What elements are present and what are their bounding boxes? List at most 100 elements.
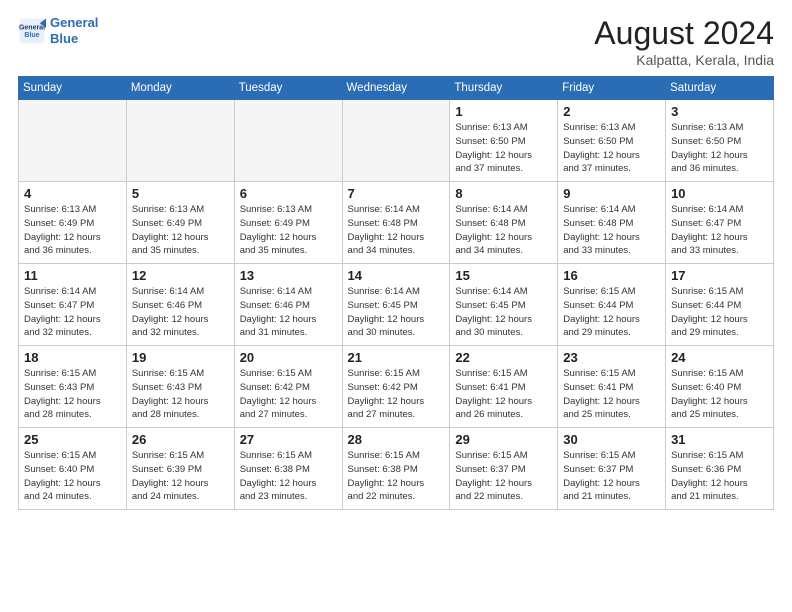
day-cell: 10 Sunrise: 6:14 AM Sunset: 6:47 PM Dayli… [666, 182, 774, 264]
day-info: Sunrise: 6:13 AM Sunset: 6:50 PM Dayligh… [671, 121, 768, 176]
week-row-1: 1 Sunrise: 6:13 AM Sunset: 6:50 PM Daylig… [19, 100, 774, 182]
weekday-monday: Monday [126, 77, 234, 100]
day-info: Sunrise: 6:15 AM Sunset: 6:38 PM Dayligh… [348, 449, 445, 504]
day-cell: 5 Sunrise: 6:13 AM Sunset: 6:49 PM Daylig… [126, 182, 234, 264]
week-row-3: 11Sunrise: 6:14 AM Sunset: 6:47 PM Dayli… [19, 264, 774, 346]
day-number: 18 [24, 350, 121, 365]
day-info: Sunrise: 6:14 AM Sunset: 6:47 PM Dayligh… [671, 203, 768, 258]
day-number: 4 [24, 186, 121, 201]
day-info: Sunrise: 6:15 AM Sunset: 6:41 PM Dayligh… [455, 367, 552, 422]
day-cell: 22 Sunrise: 6:15 AM Sunset: 6:41 PM Dayli… [450, 346, 558, 428]
day-number: 11 [24, 268, 121, 283]
day-info: Sunrise: 6:15 AM Sunset: 6:40 PM Dayligh… [24, 449, 121, 504]
day-cell: 24 Sunrise: 6:15 AM Sunset: 6:40 PM Dayli… [666, 346, 774, 428]
day-cell: 9 Sunrise: 6:14 AM Sunset: 6:48 PM Daylig… [558, 182, 666, 264]
day-number: 16 [563, 268, 660, 283]
day-cell [234, 100, 342, 182]
weekday-thursday: Thursday [450, 77, 558, 100]
day-number: 25 [24, 432, 121, 447]
weekday-sunday: Sunday [19, 77, 127, 100]
day-info: Sunrise: 6:14 AM Sunset: 6:48 PM Dayligh… [455, 203, 552, 258]
day-cell: 12Sunrise: 6:14 AM Sunset: 6:46 PM Dayli… [126, 264, 234, 346]
day-number: 13 [240, 268, 337, 283]
day-info: Sunrise: 6:15 AM Sunset: 6:42 PM Dayligh… [240, 367, 337, 422]
day-cell: 7Sunrise: 6:14 AM Sunset: 6:48 PM Daylig… [342, 182, 450, 264]
day-info: Sunrise: 6:14 AM Sunset: 6:46 PM Dayligh… [240, 285, 337, 340]
day-info: Sunrise: 6:15 AM Sunset: 6:44 PM Dayligh… [563, 285, 660, 340]
day-info: Sunrise: 6:13 AM Sunset: 6:50 PM Dayligh… [455, 121, 552, 176]
day-cell: 25 Sunrise: 6:15 AM Sunset: 6:40 PM Dayli… [19, 428, 127, 510]
day-info: Sunrise: 6:15 AM Sunset: 6:39 PM Dayligh… [132, 449, 229, 504]
day-cell: 14 Sunrise: 6:14 AM Sunset: 6:45 PM Dayli… [342, 264, 450, 346]
day-number: 22 [455, 350, 552, 365]
logo-icon: General Blue [18, 17, 46, 45]
day-info: Sunrise: 6:15 AM Sunset: 6:40 PM Dayligh… [671, 367, 768, 422]
day-number: 14 [348, 268, 445, 283]
day-cell: 28 Sunrise: 6:15 AM Sunset: 6:38 PM Dayli… [342, 428, 450, 510]
day-cell: 3Sunrise: 6:13 AM Sunset: 6:50 PM Daylig… [666, 100, 774, 182]
title-area: August 2024 Kalpatta, Kerala, India [594, 15, 774, 68]
day-cell: 13 Sunrise: 6:14 AM Sunset: 6:46 PM Dayli… [234, 264, 342, 346]
weekday-header-row: SundayMondayTuesdayWednesdayThursdayFrid… [19, 77, 774, 100]
day-number: 5 [132, 186, 229, 201]
day-info: Sunrise: 6:14 AM Sunset: 6:45 PM Dayligh… [455, 285, 552, 340]
day-cell: 1 Sunrise: 6:13 AM Sunset: 6:50 PM Daylig… [450, 100, 558, 182]
day-number: 8 [455, 186, 552, 201]
day-cell: 29Sunrise: 6:15 AM Sunset: 6:37 PM Dayli… [450, 428, 558, 510]
day-cell: 21 Sunrise: 6:15 AM Sunset: 6:42 PM Dayli… [342, 346, 450, 428]
day-number: 28 [348, 432, 445, 447]
day-cell: 27Sunrise: 6:15 AM Sunset: 6:38 PM Dayli… [234, 428, 342, 510]
day-info: Sunrise: 6:14 AM Sunset: 6:48 PM Dayligh… [348, 203, 445, 258]
day-cell: 23 Sunrise: 6:15 AM Sunset: 6:41 PM Dayli… [558, 346, 666, 428]
day-cell: 17 Sunrise: 6:15 AM Sunset: 6:44 PM Dayli… [666, 264, 774, 346]
day-info: Sunrise: 6:15 AM Sunset: 6:37 PM Dayligh… [563, 449, 660, 504]
logo-text: General Blue [50, 15, 98, 46]
day-cell: 15Sunrise: 6:14 AM Sunset: 6:45 PM Dayli… [450, 264, 558, 346]
day-number: 30 [563, 432, 660, 447]
day-cell: 18 Sunrise: 6:15 AM Sunset: 6:43 PM Dayli… [19, 346, 127, 428]
week-row-4: 18 Sunrise: 6:15 AM Sunset: 6:43 PM Dayli… [19, 346, 774, 428]
day-cell: 31 Sunrise: 6:15 AM Sunset: 6:36 PM Dayli… [666, 428, 774, 510]
day-info: Sunrise: 6:15 AM Sunset: 6:41 PM Dayligh… [563, 367, 660, 422]
day-number: 31 [671, 432, 768, 447]
day-info: Sunrise: 6:15 AM Sunset: 6:44 PM Dayligh… [671, 285, 768, 340]
day-info: Sunrise: 6:15 AM Sunset: 6:38 PM Dayligh… [240, 449, 337, 504]
day-number: 21 [348, 350, 445, 365]
svg-text:Blue: Blue [24, 32, 39, 39]
logo: General Blue General Blue [18, 15, 98, 46]
day-number: 24 [671, 350, 768, 365]
day-number: 19 [132, 350, 229, 365]
day-cell: 4 Sunrise: 6:13 AM Sunset: 6:49 PM Daylig… [19, 182, 127, 264]
day-info: Sunrise: 6:13 AM Sunset: 6:49 PM Dayligh… [24, 203, 121, 258]
logo-general: General [50, 15, 98, 30]
day-cell: 30 Sunrise: 6:15 AM Sunset: 6:37 PM Dayli… [558, 428, 666, 510]
week-row-2: 4 Sunrise: 6:13 AM Sunset: 6:49 PM Daylig… [19, 182, 774, 264]
weekday-tuesday: Tuesday [234, 77, 342, 100]
day-info: Sunrise: 6:14 AM Sunset: 6:45 PM Dayligh… [348, 285, 445, 340]
day-cell: 16 Sunrise: 6:15 AM Sunset: 6:44 PM Dayli… [558, 264, 666, 346]
day-cell: 8 Sunrise: 6:14 AM Sunset: 6:48 PM Daylig… [450, 182, 558, 264]
day-cell: 19 Sunrise: 6:15 AM Sunset: 6:43 PM Dayli… [126, 346, 234, 428]
day-info: Sunrise: 6:15 AM Sunset: 6:42 PM Dayligh… [348, 367, 445, 422]
day-cell: 6Sunrise: 6:13 AM Sunset: 6:49 PM Daylig… [234, 182, 342, 264]
day-info: Sunrise: 6:15 AM Sunset: 6:43 PM Dayligh… [132, 367, 229, 422]
calendar: SundayMondayTuesdayWednesdayThursdayFrid… [18, 76, 774, 510]
day-info: Sunrise: 6:13 AM Sunset: 6:49 PM Dayligh… [132, 203, 229, 258]
day-cell [126, 100, 234, 182]
day-number: 1 [455, 104, 552, 119]
day-cell [19, 100, 127, 182]
day-info: Sunrise: 6:15 AM Sunset: 6:43 PM Dayligh… [24, 367, 121, 422]
day-cell: 20Sunrise: 6:15 AM Sunset: 6:42 PM Dayli… [234, 346, 342, 428]
day-info: Sunrise: 6:15 AM Sunset: 6:37 PM Dayligh… [455, 449, 552, 504]
day-info: Sunrise: 6:15 AM Sunset: 6:36 PM Dayligh… [671, 449, 768, 504]
day-cell: 11Sunrise: 6:14 AM Sunset: 6:47 PM Dayli… [19, 264, 127, 346]
day-number: 23 [563, 350, 660, 365]
weekday-saturday: Saturday [666, 77, 774, 100]
day-number: 17 [671, 268, 768, 283]
day-number: 6 [240, 186, 337, 201]
day-info: Sunrise: 6:14 AM Sunset: 6:48 PM Dayligh… [563, 203, 660, 258]
day-number: 9 [563, 186, 660, 201]
location: Kalpatta, Kerala, India [594, 52, 774, 68]
weekday-wednesday: Wednesday [342, 77, 450, 100]
day-number: 10 [671, 186, 768, 201]
